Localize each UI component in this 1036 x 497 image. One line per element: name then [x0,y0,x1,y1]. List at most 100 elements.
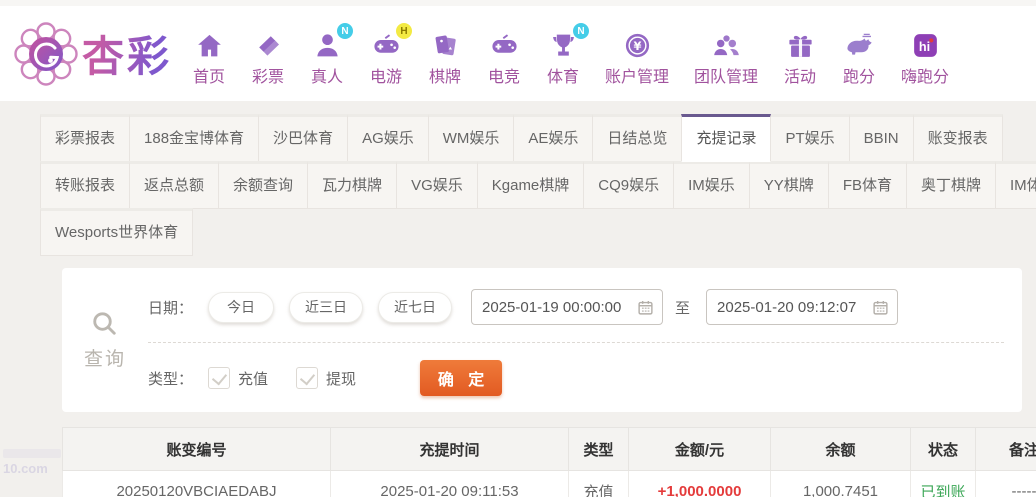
type-filter-row: 类型： 充值 提现 确 定 [148,343,1004,396]
lottery-tickets-icon [251,30,285,60]
nav-item-label: 体育 [547,69,580,86]
tab-row: 彩票报表 188金宝博体育 沙巴体育 AG娱乐 WM娱乐 AE娱乐 日结总览 充提记录 PT娱乐… [40,114,1036,162]
column-header-余额: 余额 [770,427,911,471]
date-from-input[interactable]: 2025-01-19 00:00:00 [471,289,664,325]
nav-item-label: 棋牌 [429,69,462,86]
type-option-充值[interactable]: 充值 [208,367,268,389]
checkbox-label: 充值 [238,370,269,388]
nav-item-电竞[interactable]: 电竞 [487,30,521,87]
tab-AG娱乐[interactable]: AG娱乐 [347,114,429,162]
range-button-今日[interactable]: 今日 [208,291,275,323]
tab-Kgame棋牌[interactable]: Kgame棋牌 [476,161,585,209]
date-label: 日期： [148,299,194,317]
nav-item-label: 电游 [370,69,403,86]
tab-PT娱乐[interactable]: PT娱乐 [770,114,850,162]
cell-balance: 1,000.7451 [770,470,911,497]
range-button-近三日[interactable]: 近三日 [289,291,364,323]
nav-item-label: 真人 [311,69,344,86]
nav-item-彩票[interactable]: 彩票 [251,30,285,87]
date-range-to-label: 至 [675,299,691,317]
cell-status: 已到账 [910,470,976,497]
site-watermark: 10.com [3,446,61,476]
hi-app-icon: hi [908,30,942,60]
tab-账变报表[interactable]: 账变报表 [912,114,1003,162]
date-to-input[interactable]: 2025-01-20 09:12:07 [706,289,899,325]
nav-item-棋牌[interactable]: 棋牌 [428,30,462,87]
nav-item-label: 电竞 [488,69,521,86]
tab-188金宝博体育[interactable]: 188金宝博体育 [129,114,260,162]
nav-item-团队管理[interactable]: 团队管理 [694,30,758,87]
calendar-icon[interactable] [637,299,654,316]
nav-item-首页[interactable]: 首页 [192,30,226,87]
nav-item-体育[interactable]: N 体育 [546,23,590,87]
column-header-备注: 备注 [975,427,1036,471]
tab-row: Wesports世界体育 [40,208,1036,256]
type-label: 类型： [148,370,194,388]
nav-item-电游[interactable]: H 电游 [369,23,413,87]
tab-VG娱乐[interactable]: VG娱乐 [396,161,478,209]
nav-item-账户管理[interactable]: ¥ 账户管理 [605,30,669,87]
nav-item-label: 首页 [193,69,226,86]
date-to-value: 2025-01-20 09:12:07 [717,298,857,316]
tab-WM娱乐[interactable]: WM娱乐 [427,114,515,162]
search-label: 查询 [83,349,126,370]
watermark-text: 10.com [3,461,48,476]
esports-gamepad-icon [487,30,521,60]
records-table-wrap: 账变编号 充提时间 类型 金额/元 余额 状态 备注 20250120VBCIAEDABJ 2… [62,427,1036,497]
rhino-icon [842,30,876,60]
tab-转账报表[interactable]: 转账报表 [40,161,131,209]
nav-item-嗨跑分[interactable]: hi 嗨跑分 [901,30,949,87]
column-header-充提时间: 充提时间 [330,427,569,471]
nav-item-真人[interactable]: N 真人 [310,23,354,87]
filter-main: 日期： 今日 近三日 近七日 2025-01-19 00:00:00 至 2025-… [148,284,1022,396]
column-header-类型: 类型 [568,427,629,471]
tab-返点总额[interactable]: 返点总额 [129,161,220,209]
nav-item-跑分[interactable]: 跑分 [842,30,876,87]
tab-充提记录[interactable]: 充提记录 [681,114,772,162]
checkbox-icon[interactable] [208,367,231,389]
watermark-blur [3,449,61,458]
search-query-button[interactable]: 查询 [62,284,148,396]
brand-logo[interactable]: 杏彩 [14,21,172,86]
nav-badge: N [573,23,590,39]
tab-奥丁棋牌[interactable]: 奥丁棋牌 [905,161,996,209]
tab-沙巴体育[interactable]: 沙巴体育 [258,114,349,162]
tab-Wesports世界体育[interactable]: Wesports世界体育 [40,208,194,256]
confirm-button[interactable]: 确 定 [420,360,503,396]
range-button-近七日[interactable]: 近七日 [378,291,453,323]
tab-日结总览[interactable]: 日结总览 [592,114,683,162]
trophy-icon: N [546,23,590,60]
cell-time: 2025-01-20 09:11:53 [330,470,569,497]
tab-FB体育[interactable]: FB体育 [827,161,907,209]
tab-瓦力棋牌[interactable]: 瓦力棋牌 [307,161,398,209]
yuan-coin-icon: ¥ [620,30,654,60]
tab-YY棋牌[interactable]: YY棋牌 [748,161,829,209]
gamepad-icon: H [369,23,413,60]
quick-ranges: 今日 近三日 近七日 [208,291,467,323]
team-icon [709,30,743,60]
nav-item-label: 嗨跑分 [901,69,950,86]
nav-badge: N [337,23,354,39]
column-header-状态: 状态 [910,427,976,471]
type-option-提现[interactable]: 提现 [296,367,356,389]
brand-emblem-icon [14,21,78,86]
tab-BBIN[interactable]: BBIN [848,114,914,162]
filter-panel: 查询 日期： 今日 近三日 近七日 2025-01-19 00:00:00 至 20… [62,268,1022,412]
home-icon [192,30,226,60]
tab-AE娱乐[interactable]: AE娱乐 [513,114,594,162]
calendar-icon[interactable] [872,299,889,316]
tab-CQ9娱乐[interactable]: CQ9娱乐 [583,161,675,209]
svg-text:hi: hi [918,40,929,54]
type-options: 充值 提现 [208,367,384,389]
brand-name: 杏彩 [82,23,172,84]
table-body: 20250120VBCIAEDABJ 2025-01-20 09:11:53 充值 +… [62,470,1036,497]
top-header: 杏彩 首页 彩票 N 真人 H 电游 棋牌 电竞 N 体育 ¥ 账户管理 团队管理 活动 跑分 hi 嗨跑分 [0,0,1036,101]
tab-余额查询[interactable]: 余额查询 [218,161,309,209]
live-person-icon: N [310,23,354,60]
tab-IM娱乐[interactable]: IM娱乐 [673,161,750,209]
nav-badge: H [396,23,413,39]
checkbox-icon[interactable] [296,367,319,389]
nav-item-活动[interactable]: 活动 [783,30,817,87]
tab-彩票报表[interactable]: 彩票报表 [40,114,131,162]
tab-IM体育[interactable]: IM体育 [995,161,1036,209]
